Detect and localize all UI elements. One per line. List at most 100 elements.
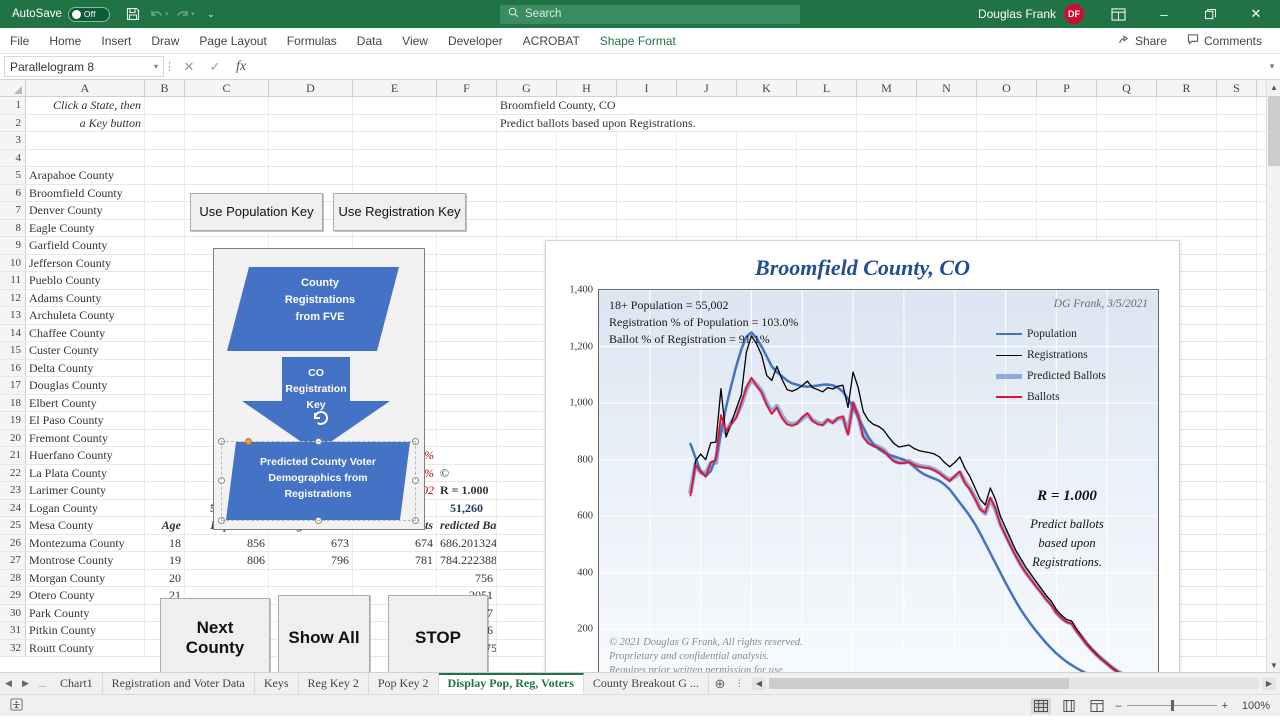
cell-S19[interactable] [1217,412,1257,429]
ribbon-display-options-icon[interactable] [1096,0,1140,28]
cell-E3[interactable] [353,132,437,149]
cell-H8[interactable] [557,219,617,236]
search-box[interactable]: Search [500,4,800,24]
insert-function-icon[interactable]: fx [228,56,254,77]
cell-H5[interactable] [557,167,617,184]
row-header-18[interactable]: 18 [0,394,26,411]
redo-icon[interactable]: ▾ [172,3,198,25]
cell-K6[interactable] [737,184,797,201]
cell-B16[interactable] [145,359,185,376]
select-all-corner[interactable] [0,80,26,96]
cell-F27[interactable]: 784.2223881 [437,552,497,569]
cell-A32[interactable]: Routt County [26,639,145,656]
cell-A6[interactable]: Broomfield County [26,184,145,201]
column-header-g[interactable]: G [497,80,557,96]
cell-S30[interactable] [1217,604,1257,621]
cell-A30[interactable]: Park County [26,604,145,621]
column-header-q[interactable]: Q [1097,80,1157,96]
cell-H7[interactable] [557,202,617,219]
cell-J7[interactable] [677,202,737,219]
row-header-21[interactable]: 21 [0,447,26,464]
cell-A17[interactable]: Douglas County [26,377,145,394]
page-layout-view-icon[interactable] [1059,698,1079,714]
cell-S18[interactable] [1217,394,1257,411]
cell-A3[interactable] [26,132,145,149]
cell-C26[interactable]: 856 [185,534,269,551]
column-header-i[interactable]: I [617,80,677,96]
cell-S15[interactable] [1217,342,1257,359]
row-header-31[interactable]: 31 [0,622,26,639]
ribbon-tab-page-layout[interactable]: Page Layout [189,28,276,54]
cell-F14[interactable] [437,324,497,341]
cell-B26[interactable]: 18 [145,534,185,551]
cell-A7[interactable]: Denver County [26,202,145,219]
column-header-j[interactable]: J [677,80,737,96]
cell-A9[interactable]: Garfield County [26,237,145,254]
cell-L4[interactable] [797,149,857,166]
cell-N4[interactable] [917,149,977,166]
cell-K7[interactable] [737,202,797,219]
column-header-h[interactable]: H [557,80,617,96]
sheet-list-icon[interactable]: ⋮ [731,673,748,694]
cell-E26[interactable]: 674 [353,534,437,551]
cell-A20[interactable]: Fremont County [26,429,145,446]
cell-A16[interactable]: Delta County [26,359,145,376]
zoom-slider[interactable]: – + [1115,700,1228,712]
cell-B23[interactable] [145,482,185,499]
cell-S17[interactable] [1217,377,1257,394]
stop-button[interactable]: STOP [388,595,488,672]
cell-J4[interactable] [677,149,737,166]
cell-J3[interactable] [677,132,737,149]
cell-G8[interactable] [497,219,557,236]
cell-S2[interactable] [1217,114,1257,131]
cell-L8[interactable] [797,219,857,236]
cell-B3[interactable] [145,132,185,149]
add-sheet-button[interactable]: ⊕ [709,673,731,694]
row-header-14[interactable]: 14 [0,324,26,341]
ribbon-tab-developer[interactable]: Developer [438,28,513,54]
column-header-c[interactable]: C [185,80,269,96]
cell-K8[interactable] [737,219,797,236]
ribbon-tab-acrobat[interactable]: ACROBAT [513,28,590,54]
row-header-7[interactable]: 7 [0,202,26,219]
cell-B10[interactable] [145,254,185,271]
cell-B17[interactable] [145,377,185,394]
cell-A31[interactable]: Pitkin County [26,622,145,639]
cell-G1[interactable]: Broomfield County, CO [497,97,797,114]
cell-P4[interactable] [1037,149,1097,166]
cell-S16[interactable] [1217,359,1257,376]
legend-item-ballots[interactable]: Ballots [996,391,1146,403]
cell-C3[interactable] [185,132,269,149]
cell-F2[interactable] [437,114,497,131]
row-header-27[interactable]: 27 [0,552,26,569]
cell-F19[interactable] [437,412,497,429]
cell-O7[interactable] [977,202,1037,219]
cell-F10[interactable] [437,254,497,271]
cell-S32[interactable] [1217,639,1257,656]
cell-R6[interactable] [1157,184,1217,201]
cell-B21[interactable] [145,447,185,464]
cell-S27[interactable] [1217,552,1257,569]
row-header-9[interactable]: 9 [0,237,26,254]
cell-O6[interactable] [977,184,1037,201]
column-header-b[interactable]: B [145,80,185,96]
row-header-15[interactable]: 15 [0,342,26,359]
ribbon-tab-home[interactable]: Home [39,28,91,54]
cell-B9[interactable] [145,237,185,254]
row-header-6[interactable]: 6 [0,184,26,201]
cell-M2[interactable] [857,114,917,131]
cell-F3[interactable] [437,132,497,149]
column-header-n[interactable]: N [917,80,977,96]
cell-M4[interactable] [857,149,917,166]
cell-E28[interactable] [353,569,437,586]
cell-R4[interactable] [1157,149,1217,166]
cell-G5[interactable] [497,167,557,184]
cell-I5[interactable] [617,167,677,184]
cell-E5[interactable] [353,167,437,184]
sheet-overflow-icon[interactable]: ... [34,673,51,694]
normal-view-icon[interactable] [1031,697,1052,714]
cell-S13[interactable] [1217,307,1257,324]
cell-L3[interactable] [797,132,857,149]
close-button[interactable]: ✕ [1234,0,1278,28]
sheet-tab-chart1[interactable]: Chart1 [51,673,103,694]
